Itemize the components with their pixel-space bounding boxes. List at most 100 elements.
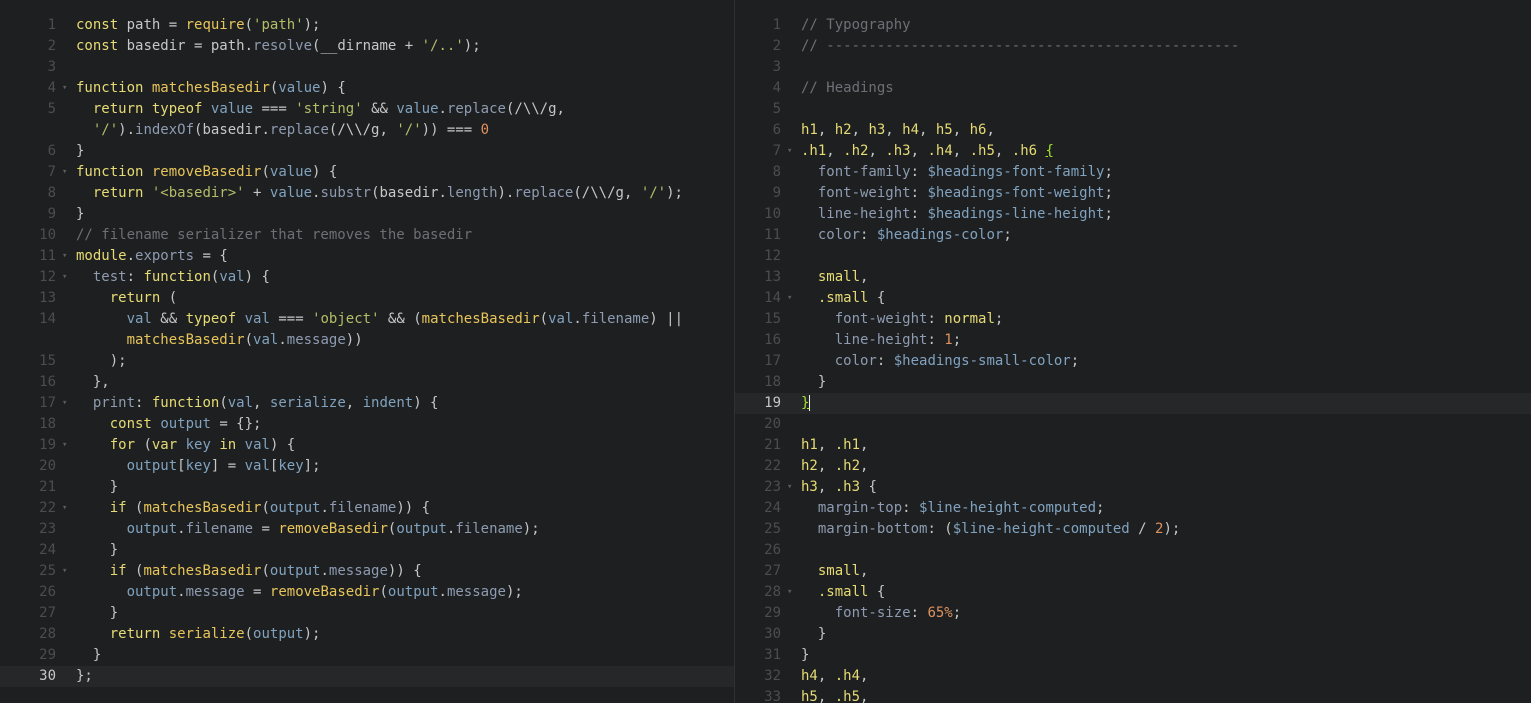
code-line[interactable]: 19}: [735, 393, 1531, 414]
code-text: test: function(val) {: [92, 269, 270, 285]
code-line[interactable]: 18 }: [735, 372, 1531, 393]
code-line[interactable]: 15 font-weight: normal;: [735, 309, 1531, 330]
code-line[interactable]: 22 ▾ if (matchesBasedir(output.filename))…: [0, 498, 734, 519]
code-line[interactable]: matchesBasedir(val.message)): [0, 330, 734, 351]
code-line[interactable]: 8 font-family: $headings-font-family;: [735, 162, 1531, 183]
code-line[interactable]: 17 ▾ print: function(val, serialize, inde…: [0, 393, 734, 414]
code-line[interactable]: 24 }: [0, 540, 734, 561]
code-text: color: $headings-small-color;: [834, 353, 1080, 369]
code-line[interactable]: 7 ▾ function removeBasedir(value) {: [0, 162, 734, 183]
code-line[interactable]: 2 const basedir = path.resolve(__dirname …: [0, 36, 734, 57]
code-line[interactable]: 29 font-size: 65%;: [735, 603, 1531, 624]
code-line[interactable]: 31}: [735, 645, 1531, 666]
code-line[interactable]: 12 ▾ test: function(val) {: [0, 267, 734, 288]
fold-arrow-icon[interactable]: ▾: [62, 498, 67, 519]
fold-arrow-icon[interactable]: ▾: [62, 246, 67, 267]
code-lines-right[interactable]: 1 // Typography 2 // ----------------------…: [735, 0, 1531, 703]
code-line[interactable]: 7 ▾ .h1, .h2, .h3, .h4, .h5, .h6 {: [735, 141, 1531, 162]
code-line[interactable]: 9}: [0, 204, 734, 225]
code-line[interactable]: 30};: [0, 666, 734, 687]
code-line[interactable]: 3: [735, 57, 1531, 78]
code-line[interactable]: 18 const output = {};: [0, 414, 734, 435]
code-line[interactable]: 5: [735, 99, 1531, 120]
fold-arrow-icon[interactable]: ▾: [62, 435, 67, 456]
code-line[interactable]: 2 // ------------------------------------…: [735, 36, 1531, 57]
code-line[interactable]: 26: [735, 540, 1531, 561]
code-line[interactable]: 4 // Headings: [735, 78, 1531, 99]
code-line[interactable]: 12: [735, 246, 1531, 267]
code-line[interactable]: 26 output.message = removeBasedir(output…: [0, 582, 734, 603]
code-text: matchesBasedir(val.message)): [126, 332, 363, 348]
code-line[interactable]: 14 val && typeof val === 'object' && (ma…: [0, 309, 734, 330]
line-number: 9: [772, 185, 781, 201]
fold-arrow-icon[interactable]: ▾: [787, 477, 792, 498]
code-line[interactable]: 1 // Typography: [735, 15, 1531, 36]
code-line[interactable]: '/').indexOf(basedir.replace(/\\/g, '/')…: [0, 120, 734, 141]
line-number: 21: [764, 437, 781, 453]
fold-arrow-icon[interactable]: ▾: [62, 267, 67, 288]
code-line[interactable]: 17 color: $headings-small-color;: [735, 351, 1531, 372]
code-line[interactable]: 28 return serialize(output);: [0, 624, 734, 645]
code-line[interactable]: 24 margin-top: $line-height-computed;: [735, 498, 1531, 519]
code-line[interactable]: 3: [0, 57, 734, 78]
code-line[interactable]: 23 output.filename = removeBasedir(outpu…: [0, 519, 734, 540]
code-line[interactable]: 27 }: [0, 603, 734, 624]
code-line[interactable]: 16 line-height: 1;: [735, 330, 1531, 351]
code-line[interactable]: 29 }: [0, 645, 734, 666]
code-line[interactable]: 10 // filename serializer that removes th…: [0, 225, 734, 246]
fold-arrow-icon[interactable]: ▾: [787, 141, 792, 162]
line-number: 16: [39, 374, 56, 390]
code-line[interactable]: 32 h4, .h4,: [735, 666, 1531, 687]
fold-arrow-icon[interactable]: ▾: [62, 561, 67, 582]
line-number: 6: [47, 143, 56, 159]
code-line[interactable]: 20 output[key] = val[key];: [0, 456, 734, 477]
code-line[interactable]: 30 }: [735, 624, 1531, 645]
code-text: h2, .h2,: [801, 458, 869, 474]
code-line[interactable]: 5 return typeof value === 'string' && va…: [0, 99, 734, 120]
line-number: 25: [764, 521, 781, 537]
code-line[interactable]: 4 ▾ function matchesBasedir(value) {: [0, 78, 734, 99]
fold-arrow-icon[interactable]: ▾: [787, 582, 792, 603]
code-line[interactable]: 19 ▾ for (var key in val) {: [0, 435, 734, 456]
code-line[interactable]: 11 ▾ module.exports = {: [0, 246, 734, 267]
fold-arrow-icon[interactable]: ▾: [787, 288, 792, 309]
editor-pane-right[interactable]: 1 // Typography 2 // ----------------------…: [735, 0, 1531, 703]
code-lines-left[interactable]: 1 const path = require('path'); 2 const bas…: [0, 0, 734, 687]
code-line[interactable]: 25 ▾ if (matchesBasedir(output.message)) …: [0, 561, 734, 582]
code-line[interactable]: 23 ▾ h3, .h3 {: [735, 477, 1531, 498]
code-text: // -------------------------------------…: [801, 38, 1240, 54]
code-line[interactable]: 27 small,: [735, 561, 1531, 582]
code-line[interactable]: 8 return '<basedir>' + value.substr(base…: [0, 183, 734, 204]
code-line[interactable]: 28 ▾ .small {: [735, 582, 1531, 603]
code-line[interactable]: 22 h2, .h2,: [735, 456, 1531, 477]
code-line[interactable]: 16 },: [0, 372, 734, 393]
code-line[interactable]: 13 small,: [735, 267, 1531, 288]
line-number: 18: [764, 374, 781, 390]
fold-arrow-icon[interactable]: ▾: [62, 393, 67, 414]
code-line[interactable]: 15 );: [0, 351, 734, 372]
code-line[interactable]: 6}: [0, 141, 734, 162]
line-number: 30: [764, 626, 781, 642]
code-line[interactable]: 21 h1, .h1,: [735, 435, 1531, 456]
fold-arrow-icon[interactable]: ▾: [62, 78, 67, 99]
code-line[interactable]: 20: [735, 414, 1531, 435]
code-text: if (matchesBasedir(output.filename)) {: [109, 500, 431, 516]
code-text: .small {: [817, 290, 886, 306]
code-line[interactable]: 33 h5, .h5,: [735, 687, 1531, 703]
code-line[interactable]: 14 ▾ .small {: [735, 288, 1531, 309]
fold-arrow-icon[interactable]: ▾: [62, 162, 67, 183]
code-text: color: $headings-color;: [817, 227, 1012, 243]
line-number: 10: [764, 206, 781, 222]
code-line[interactable]: 9 font-weight: $headings-font-weight;: [735, 183, 1531, 204]
code-line[interactable]: 10 line-height: $headings-line-height;: [735, 204, 1531, 225]
code-line[interactable]: 13 return (: [0, 288, 734, 309]
code-line[interactable]: 11 color: $headings-color;: [735, 225, 1531, 246]
code-line[interactable]: 25 margin-bottom: ($line-height-computed…: [735, 519, 1531, 540]
code-text: }: [801, 647, 810, 663]
code-text: font-weight: normal;: [834, 311, 1004, 327]
code-line[interactable]: 1 const path = require('path');: [0, 15, 734, 36]
code-line[interactable]: 21 }: [0, 477, 734, 498]
code-text: h1, h2, h3, h4, h5, h6,: [801, 122, 995, 138]
code-line[interactable]: 6 h1, h2, h3, h4, h5, h6,: [735, 120, 1531, 141]
editor-pane-left[interactable]: 1 const path = require('path'); 2 const bas…: [0, 0, 735, 703]
